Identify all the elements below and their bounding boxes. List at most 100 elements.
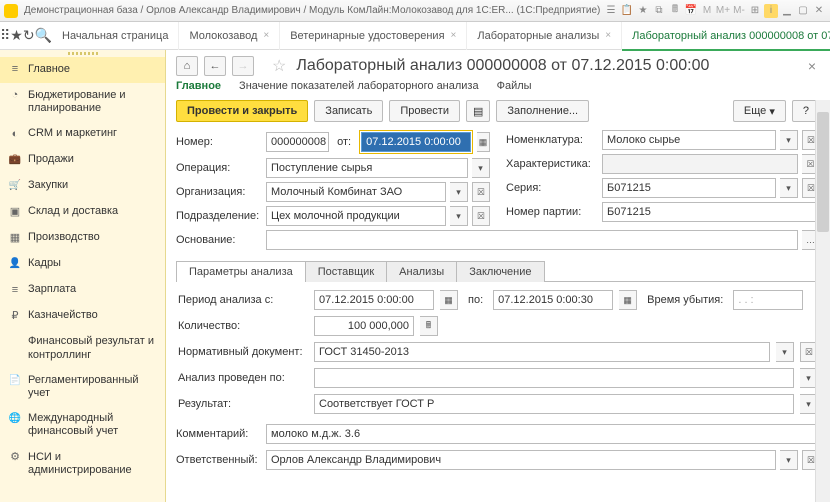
- dropdown-icon[interactable]: ▾: [780, 130, 798, 150]
- gear-icon: [8, 451, 22, 465]
- inner-tab-params[interactable]: Параметры анализа: [176, 261, 306, 282]
- apps-grid-icon[interactable]: ⠿: [0, 22, 10, 50]
- tab-close-icon[interactable]: ×: [263, 30, 269, 41]
- comment-field[interactable]: молоко м.д.ж. 3.6: [266, 424, 820, 444]
- inner-tab-conclusion[interactable]: Заключение: [456, 261, 544, 282]
- post-button[interactable]: Провести: [389, 100, 460, 122]
- back-button[interactable]: ←: [204, 56, 226, 76]
- normdoc-field[interactable]: ГОСТ 31450-2013: [314, 342, 770, 362]
- open-icon[interactable]: ⮽: [472, 182, 490, 202]
- organization-field[interactable]: Молочный Комбинат ЗАО: [266, 182, 446, 202]
- subtab-files[interactable]: Файлы: [497, 80, 532, 92]
- label-qty: Количество:: [178, 320, 308, 332]
- tb-icon[interactable]: ⊞: [748, 4, 762, 18]
- tb-icon[interactable]: M+: [716, 4, 730, 18]
- calculator-icon[interactable]: 🖩: [420, 316, 438, 336]
- tb-icon[interactable]: 📋: [620, 4, 634, 18]
- operation-field[interactable]: Поступление сырья: [266, 158, 468, 178]
- sidebar-item-treasury[interactable]: Казначейство: [0, 303, 165, 329]
- item-field[interactable]: Молоко сырье: [602, 130, 776, 150]
- calendar-icon[interactable]: ▦: [440, 290, 458, 310]
- calendar-icon[interactable]: ▦: [477, 132, 490, 152]
- maximize-icon[interactable]: ▢: [796, 4, 810, 18]
- arrival-time-field[interactable]: . . :: [733, 290, 803, 310]
- report-button[interactable]: ▤: [466, 100, 490, 122]
- tb-info-icon[interactable]: i: [764, 4, 778, 18]
- sidebar-item-purchases[interactable]: Закупки: [0, 173, 165, 199]
- minimize-icon[interactable]: ▁: [780, 4, 794, 18]
- sidebar-item-salary[interactable]: Зарплата: [0, 277, 165, 303]
- sidebar-handle-icon[interactable]: [68, 52, 98, 55]
- inner-tab-analyses[interactable]: Анализы: [386, 261, 457, 282]
- history-icon[interactable]: ↻: [23, 22, 35, 50]
- subtab-values[interactable]: Значение показателей лабораторного анали…: [239, 80, 479, 92]
- calendar-icon[interactable]: ▦: [619, 290, 637, 310]
- subtab-main[interactable]: Главное: [176, 80, 221, 92]
- tab-lab-doc[interactable]: Лабораторный анализ 000000008 от 07.12.2…: [622, 22, 830, 50]
- sidebar-item-crm[interactable]: CRM и маркетинг: [0, 121, 165, 147]
- series-field[interactable]: Б071215: [602, 178, 776, 198]
- qty-field[interactable]: 100 000,000: [314, 316, 414, 336]
- sidebar-item-production[interactable]: Производство: [0, 225, 165, 251]
- sidebar-item-ifrs[interactable]: Международный финансовый учет: [0, 406, 165, 444]
- date-field[interactable]: 07.12.2015 0:00:00: [361, 132, 471, 152]
- tab-vet[interactable]: Ветеринарные удостоверения×: [280, 22, 467, 50]
- period-from-field[interactable]: 07.12.2015 0:00:00: [314, 290, 434, 310]
- tb-icon[interactable]: 📅: [684, 4, 698, 18]
- number-field[interactable]: 000000008: [266, 132, 329, 152]
- tb-icon[interactable]: ★: [636, 4, 650, 18]
- tb-icon[interactable]: ☰: [604, 4, 618, 18]
- label-characteristic: Характеристика:: [506, 158, 598, 170]
- label-series: Серия:: [506, 182, 598, 194]
- tab-start[interactable]: Начальная страница: [52, 22, 179, 50]
- dropdown-icon[interactable]: ▾: [450, 182, 468, 202]
- open-icon[interactable]: ⮽: [472, 206, 490, 226]
- close-icon[interactable]: ✕: [812, 4, 826, 18]
- search-icon[interactable]: 🔍: [35, 22, 52, 50]
- tb-icon[interactable]: M: [700, 4, 714, 18]
- page-close-icon[interactable]: ×: [804, 58, 820, 74]
- sidebar-item-warehouse[interactable]: Склад и доставка: [0, 199, 165, 225]
- more-button[interactable]: Еще ▾: [733, 100, 786, 122]
- fill-button[interactable]: Заполнение...: [496, 100, 589, 122]
- home-button[interactable]: ⌂: [176, 56, 198, 76]
- post-and-close-button[interactable]: Провести и закрыть: [176, 100, 308, 122]
- scrollbar[interactable]: [815, 100, 830, 502]
- department-field[interactable]: Цех молочной продукции: [266, 206, 446, 226]
- sidebar-item-main[interactable]: ≡Главное: [0, 57, 165, 83]
- scrollbar-thumb[interactable]: [817, 112, 829, 232]
- batch-field[interactable]: Б071215: [602, 202, 820, 222]
- dropdown-icon[interactable]: ▾: [780, 178, 798, 198]
- period-to-field[interactable]: 07.12.2015 0:00:30: [493, 290, 613, 310]
- tb-icon[interactable]: M-: [732, 4, 746, 18]
- label-batch: Номер партии:: [506, 206, 598, 218]
- tab-label: Начальная страница: [62, 30, 168, 42]
- sidebar-item-sales[interactable]: Продажи: [0, 147, 165, 173]
- dropdown-icon[interactable]: ▾: [450, 206, 468, 226]
- sidebar-item-hr[interactable]: Кадры: [0, 251, 165, 277]
- dropdown-icon[interactable]: ▾: [780, 450, 798, 470]
- sidebar-item-reg[interactable]: Регламентированный учет: [0, 368, 165, 406]
- tb-icon[interactable]: ⧉: [652, 4, 666, 18]
- star-icon[interactable]: ☆: [272, 56, 286, 76]
- label-arrival-time: Время убытия:: [643, 294, 727, 306]
- tab-close-icon[interactable]: ×: [451, 30, 457, 41]
- characteristic-field[interactable]: [602, 154, 798, 174]
- sidebar-item-nsi[interactable]: НСИ и администрирование: [0, 445, 165, 483]
- save-button[interactable]: Записать: [314, 100, 383, 122]
- tab-module[interactable]: Молокозавод×: [179, 22, 280, 50]
- basis-field[interactable]: [266, 230, 798, 250]
- audited-by-field[interactable]: [314, 368, 794, 388]
- sidebar-item-budget[interactable]: Бюджетирование и планирование: [0, 83, 165, 121]
- dropdown-icon[interactable]: ▾: [472, 158, 490, 178]
- favorites-icon[interactable]: ★: [10, 22, 23, 50]
- forward-button[interactable]: →: [232, 56, 254, 76]
- tab-close-icon[interactable]: ×: [605, 30, 611, 41]
- tb-icon[interactable]: 🖩: [668, 4, 682, 18]
- sidebar-item-finresult[interactable]: Финансовый результат и контроллинг: [0, 329, 165, 367]
- responsible-field[interactable]: Орлов Александр Владимирович: [266, 450, 776, 470]
- result-field[interactable]: Соответствует ГОСТ Р: [314, 394, 794, 414]
- dropdown-icon[interactable]: ▾: [776, 342, 794, 362]
- inner-tab-supplier[interactable]: Поставщик: [305, 261, 387, 282]
- tab-lab-list[interactable]: Лабораторные анализы×: [467, 22, 622, 50]
